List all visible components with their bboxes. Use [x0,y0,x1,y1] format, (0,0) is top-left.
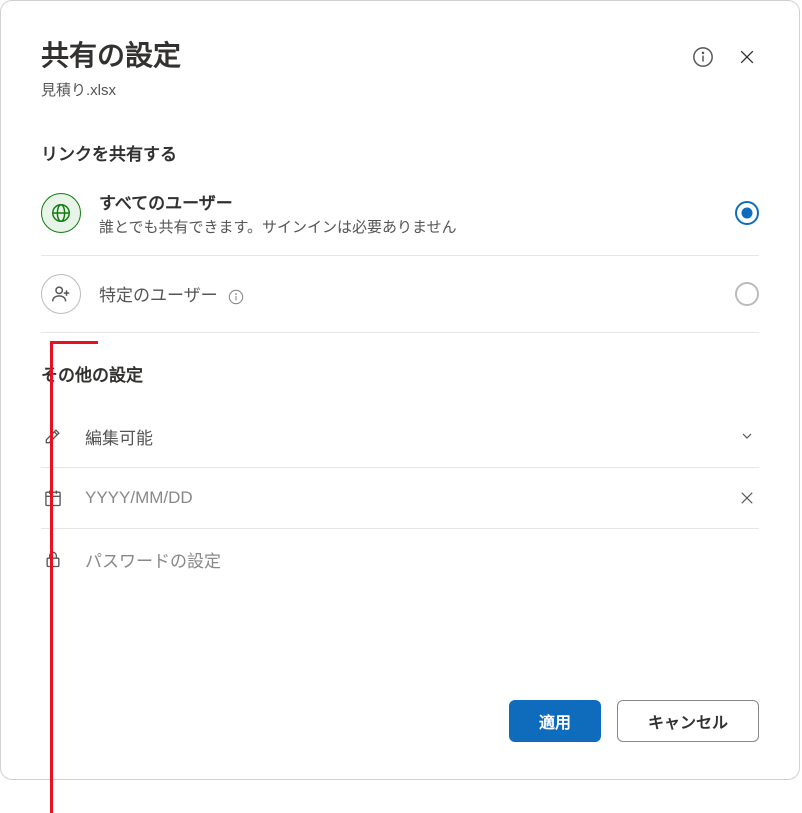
chevron-down-icon[interactable] [735,424,759,448]
password-row[interactable]: パスワードの設定 [41,529,759,590]
cancel-button[interactable]: キャンセル [617,700,759,742]
expiry-row[interactable]: YYYY/MM/DD [41,468,759,529]
annotation-line [50,341,53,813]
share-link-options: すべてのユーザー 誰とでも共有できます。サインインは必要ありません 特定のユーザ… [41,185,759,333]
other-settings-section: その他の設定 編集可能 [41,361,759,590]
dialog-title: 共有の設定 [41,39,691,73]
pencil-icon [41,424,65,448]
permission-value: 編集可能 [85,424,735,449]
footer: 適用 キャンセル [41,700,759,742]
option-specific-text: 特定のユーザー [99,281,735,306]
option-anyone[interactable]: すべてのユーザー 誰とでも共有できます。サインインは必要ありません [41,185,759,256]
share-settings-dialog: 共有の設定 見積り.xlsx リンクを共有する [0,0,800,780]
globe-icon [41,193,81,233]
header-icons [691,39,759,69]
filename-subtitle: 見積り.xlsx [41,79,691,100]
option-specific-label-text: 特定のユーザー [99,286,218,305]
expiry-input[interactable]: YYYY/MM/DD [85,488,735,508]
other-settings-heading: その他の設定 [41,361,759,386]
person-add-icon [41,274,81,314]
share-link-heading: リンクを共有する [41,140,759,165]
header-left: 共有の設定 見積り.xlsx [41,39,691,100]
option-anyone-text: すべてのユーザー 誰とでも共有できます。サインインは必要ありません [99,189,735,237]
info-icon[interactable] [691,45,715,69]
close-icon[interactable] [735,45,759,69]
option-anyone-label: すべてのユーザー [99,189,735,214]
option-anyone-sub: 誰とでも共有できます。サインインは必要ありません [99,216,735,237]
password-input[interactable]: パスワードの設定 [85,547,759,572]
calendar-icon [41,486,65,510]
lock-icon [41,547,65,571]
permission-row[interactable]: 編集可能 [41,406,759,468]
header: 共有の設定 見積り.xlsx [41,39,759,100]
specific-info-icon[interactable] [228,289,244,305]
option-specific-label: 特定のユーザー [99,281,735,306]
option-specific-radio[interactable] [735,282,759,306]
option-specific[interactable]: 特定のユーザー [41,256,759,333]
apply-button[interactable]: 適用 [509,700,601,742]
option-anyone-radio[interactable] [735,201,759,225]
clear-expiry-icon[interactable] [735,486,759,510]
